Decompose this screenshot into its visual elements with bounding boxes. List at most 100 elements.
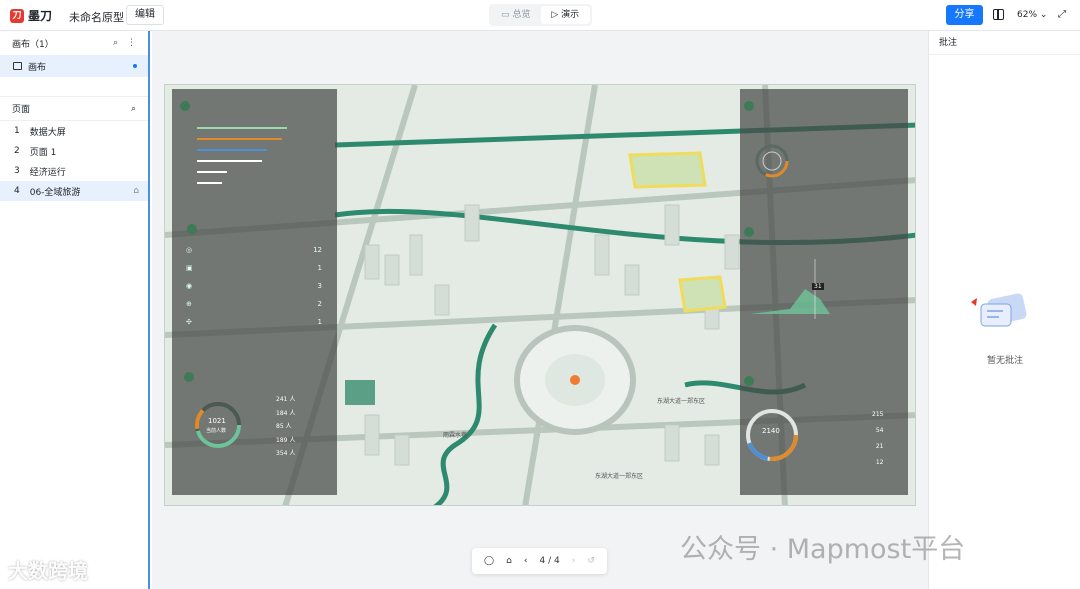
overview-tab[interactable]: ▭ 总览 [491, 6, 541, 24]
right-dashboard-panel: 31 2140 215 54 21 12 [740, 89, 908, 495]
search-icon[interactable]: ⌕ [113, 38, 118, 48]
canvas-icon [13, 62, 22, 70]
page-label: 06-全域旅游 [29, 187, 81, 198]
panel-badge-icon [180, 101, 190, 111]
ranking-bars [197, 127, 317, 184]
iot-value: 1 [317, 264, 322, 272]
more-icon[interactable]: ⋮ [127, 38, 136, 48]
watermark-right: 公众号 · Mapmost平台 [680, 534, 966, 565]
visitors-ring [195, 402, 241, 448]
iot-value: 2 [317, 300, 322, 308]
search-icon[interactable]: ⌕ [131, 104, 136, 114]
active-dot [133, 64, 137, 68]
home-icon[interactable]: ⌂ [506, 556, 512, 566]
canvas-area: 东湖大道一郑东区 东湖大道一郑东区 雨霖水巷 ◎ 12 ▣ 1 ◉ 3 ⊕ 2 ✣ 1 [152, 31, 928, 589]
map-label: 东湖大道一郑东区 [595, 473, 644, 480]
edit-button[interactable]: 编辑 [126, 5, 164, 25]
page-item[interactable]: 3 经济运行 [0, 161, 148, 181]
page-label: 页面 1 [29, 147, 57, 158]
spending-value: 54 [875, 427, 884, 434]
chevron-right-icon[interactable]: › [572, 556, 576, 566]
panel-badge-icon [187, 224, 197, 234]
fullscreen-icon[interactable]: ⤢ [1058, 9, 1066, 20]
iot-value: 1 [317, 318, 322, 326]
iot-value: 3 [317, 282, 322, 290]
empty-annotation-icon [971, 293, 1027, 327]
visitor-count: 184 人 [276, 409, 296, 417]
age-title [744, 101, 754, 111]
visitor-count-list: 241 人 184 人 85 人 189 人 354 人 [276, 393, 295, 461]
spending-value: 215 [872, 411, 884, 418]
zoom-dropdown[interactable]: 62% ⌄ [1017, 10, 1047, 20]
robot-icon: ⊕ [186, 300, 192, 308]
visitors-ring-value: 1021 [208, 417, 226, 425]
spending-value: 21 [875, 443, 884, 450]
spending-ring [746, 409, 798, 461]
layout-icon[interactable] [993, 9, 1004, 20]
page-number: 2 [14, 146, 20, 156]
panel-badge-icon [184, 372, 194, 382]
spending-ring-value: 2140 [762, 427, 780, 435]
pin-icon: ◉ [186, 282, 193, 290]
page-item[interactable]: 1 数据大屏 [0, 121, 148, 141]
app-logo[interactable]: 刀 墨刀 [10, 7, 52, 24]
book-icon: ▭ [501, 10, 510, 20]
panel-badge-icon [744, 227, 754, 237]
overview-label: 总览 [512, 10, 531, 20]
present-label: 演示 [561, 10, 580, 20]
spending-list: 215 54 21 12 [872, 407, 883, 471]
left-dashboard-panel: ◎ 12 ▣ 1 ◉ 3 ⊕ 2 ✣ 1 1021 当前人数 241 人 184 人 85… [172, 89, 337, 495]
dashboard-map[interactable]: 东湖大道一郑东区 东湖大道一郑东区 雨霖水巷 ◎ 12 ▣ 1 ◉ 3 ⊕ 2 ✣ 1 [164, 84, 916, 506]
spending-value: 12 [875, 459, 884, 466]
panel-badge-icon [744, 376, 754, 386]
spending-title [744, 376, 754, 386]
ranking-title [180, 101, 190, 111]
canvas-item[interactable]: 画布 [0, 55, 148, 77]
visitor-count: 241 人 [276, 396, 296, 403]
chevron-left-icon[interactable]: ‹ [524, 556, 528, 566]
iot-value: 12 [313, 246, 322, 254]
visitor-count: 189 人 [276, 436, 296, 444]
home-icon[interactable]: ⌂ [133, 186, 139, 196]
page-label: 数据大屏 [29, 127, 66, 138]
canvas-header: 画布（1） ⌕ ⋮ [0, 31, 148, 55]
page-number: 4 [14, 186, 20, 196]
annotation-panel: 批注 暂无批注 [928, 31, 1080, 589]
undo-icon[interactable]: ↺ [587, 556, 595, 566]
canvas-item-label: 画布 [28, 62, 47, 73]
comment-icon[interactable]: ◯ [484, 556, 494, 566]
page-item-active[interactable]: 4 06-全域旅游 ⌂ [0, 181, 148, 201]
camera-icon: ◎ [186, 246, 193, 254]
logo-text: 墨刀 [28, 9, 53, 23]
page-indicator: 4 / 4 [539, 556, 560, 566]
safety-peak-value: 31 [812, 283, 824, 290]
pages-header: 页面 ⌕ [0, 97, 148, 121]
visitors-ring-label: 当前人数 [206, 428, 227, 434]
safety-title [744, 227, 754, 237]
chevron-down-icon: ⌄ [1039, 10, 1048, 20]
safety-chart [750, 259, 830, 319]
mode-switch: ▭ 总览 ▷ 演示 [489, 4, 592, 26]
top-bar: 刀 墨刀 未命名原型 编辑 ▭ 总览 ▷ 演示 分享 62% ⌄ ⤢ [0, 0, 1080, 31]
project-name[interactable]: 未命名原型 [69, 9, 124, 25]
page-number: 1 [14, 126, 20, 136]
visitor-count: 354 人 [276, 450, 296, 457]
play-icon: ▷ [551, 10, 559, 20]
canvas-header-label: 画布（1） [12, 39, 54, 50]
sensor-icon: ▣ [186, 264, 193, 272]
pages-header-label: 页面 [12, 105, 31, 115]
page-number: 3 [14, 166, 20, 176]
page-label: 经济运行 [29, 167, 66, 178]
map-label: 雨霖水巷 [443, 432, 468, 439]
share-button[interactable]: 分享 [946, 5, 983, 25]
visitor-count: 85 人 [276, 423, 292, 430]
drone-icon: ✣ [186, 318, 192, 326]
iot-list: ◎ 12 ▣ 1 ◉ 3 ⊕ 2 ✣ 1 [186, 246, 322, 336]
empty-annotation-text: 暂无批注 [986, 356, 1023, 366]
annotation-title: 批注 [929, 31, 1080, 55]
present-tab[interactable]: ▷ 演示 [540, 6, 590, 24]
page-item[interactable]: 2 页面 1 [0, 141, 148, 161]
logo-icon: 刀 [10, 8, 24, 23]
visitors-title [184, 372, 194, 382]
age-ring [755, 144, 789, 178]
